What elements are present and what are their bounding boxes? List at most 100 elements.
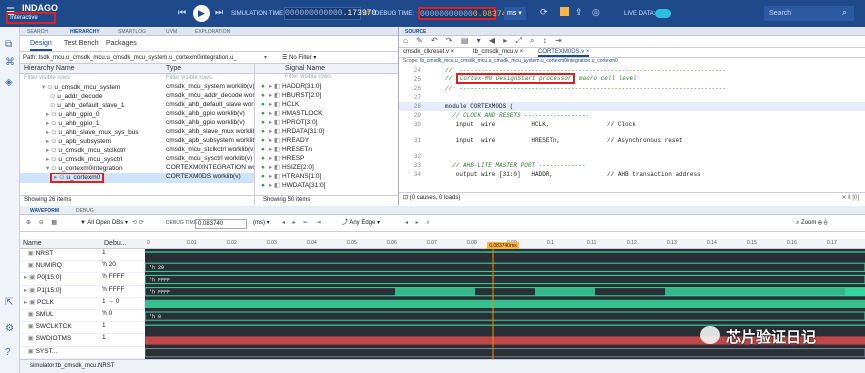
signal-row[interactable]: ● ▸ ◧ HREADY — [255, 136, 398, 145]
snapshot-icon[interactable]: ◎ — [592, 7, 600, 18]
list-item-selected[interactable]: ▸ ⊙ u_cortexm0 CORTEXM0DS worklib(v) — [20, 173, 254, 183]
hierarchy-filter[interactable]: Filter visible rows — [24, 75, 70, 81]
export-icon[interactable]: ⇱ — [5, 297, 13, 308]
wave-row[interactable]: ▣ NUMIRQ'h 20 — [20, 261, 145, 274]
sync-icon[interactable]: ⇄ — [364, 8, 371, 17]
file-tab-clkreset[interactable]: cmsdk_clkreset.v × — [403, 49, 454, 55]
signal-row[interactable]: ● ▸ ◧ HRESP — [255, 154, 398, 163]
edge-select[interactable]: ⤴ Any Edge ▾ — [342, 216, 380, 231]
step-forward-icon[interactable]: ⏭ — [215, 7, 223, 18]
debug-time-field[interactable]: 000000000000.083740 — [418, 7, 511, 20]
signal-row[interactable]: ● ▸ ◧ HWDATA[31:0] — [255, 181, 398, 190]
tab-packages[interactable]: Packages — [106, 40, 137, 47]
wave-debug-time-field[interactable]: 0.083740 — [195, 219, 247, 229]
code-line[interactable]: 29 // CLOCK AND RESETS -----------------… — [399, 111, 865, 120]
code-line[interactable]: 33 // AHB-LITE MASTER PORT ------------- — [399, 161, 865, 170]
code-line[interactable]: 27 — [399, 93, 865, 102]
list-item[interactable]: ▾ ⊙ u_cmsdk_mcu_system cmsdk_mcu_system w… — [20, 83, 254, 92]
list-item[interactable]: ▸ ⊙ u_cmsdk_mcu_sysctrl cmsdk_mcu_sysctrl… — [20, 155, 254, 164]
signal-row[interactable]: ● ▸ ◧ HBURST[2:0] — [255, 91, 398, 100]
live-data-toggle[interactable] — [655, 9, 671, 18]
path-dropdown-icon[interactable]: ▾ — [264, 53, 267, 64]
code-view[interactable]: 24// -----------------------------------… — [399, 66, 865, 192]
wave-row[interactable]: ▣ SWDIOTMS 1 — [20, 334, 145, 347]
col-wave-debug[interactable]: Debu... — [104, 239, 127, 249]
tab-waveform[interactable]: WAVEFORM — [30, 208, 59, 214]
signal-filter[interactable]: Filter visible rows — [255, 74, 398, 82]
search-icon[interactable]: ⌕ — [842, 7, 847, 18]
wave-row[interactable]: ▣ SYST... — [20, 347, 145, 359]
tab-test-bench[interactable]: Test Bench — [64, 40, 99, 47]
list-item[interactable]: ▸ ⊙ u_apb_subsystem cmsdk_apb_subsystem w… — [20, 137, 254, 146]
sync-time-icon[interactable]: ⟳ — [540, 7, 548, 18]
hierarchy-header: Hierarchy Name Type — [20, 64, 254, 74]
db-filter-select[interactable]: ▼ All Open DBs ▾ — [80, 216, 128, 231]
type-filter[interactable]: Filter visible rows — [166, 75, 212, 81]
file-tab-tb[interactable]: tb_cmsdk_mcu.v × — [473, 49, 523, 55]
list-item[interactable]: ▸ ⊙ u_ahb_slave_mux_sys_bus cmsdk_ahb_sla… — [20, 128, 254, 137]
signal-row[interactable]: ● ▸ ◧ HADDR[31:0] — [255, 82, 398, 91]
mode-selector[interactable]: Interactive — [6, 12, 56, 24]
zoom-control[interactable]: ⌕ Zoom ⊕ ⊖ — [796, 216, 828, 231]
tab-smartlog[interactable]: SMARTLOG — [118, 29, 146, 35]
code-line[interactable]: 31 input wire HRESETn, // Asynchronous r… — [399, 136, 865, 152]
col-hierarchy-name[interactable]: Hierarchy Name — [20, 65, 75, 72]
list-item[interactable]: ▸ ⊙ u_ahb_gpio_1 cmsdk_ahb_gpio worklib(v… — [20, 119, 254, 128]
time-unit-select[interactable]: ms ▾ — [504, 7, 526, 20]
signal-filter-select[interactable]: ☰ No Filter ▾ — [282, 53, 316, 64]
tab-debug[interactable]: DEBUG — [76, 208, 94, 214]
wave-row[interactable]: ▣ SWCLKTCK 1 — [20, 322, 145, 335]
signal-row[interactable]: ● ▸ ◧ HTRANS[1:0] — [255, 172, 398, 181]
signal-row[interactable]: ● ▸ ◧ HCLK — [255, 100, 398, 109]
col-signal-name[interactable]: Signal Name — [255, 64, 398, 74]
step-back-icon[interactable]: ⏮ — [178, 7, 186, 18]
list-item[interactable]: ▸ ⊙ u_cmsdk_mcu_stclkctrl cmsdk_mcu_stclk… — [20, 146, 254, 155]
help-icon[interactable]: ? — [5, 347, 11, 358]
wave-row[interactable]: ▸ ▣ P1[15:0]'h FFFF — [20, 286, 145, 298]
source-toolbar[interactable]: ⌂ ✎ ↶ ↷ ▤ ▾ ◀ ▸ ⤢ ⌕ ↕ ⇥ — [399, 36, 865, 48]
list-item[interactable]: ▾ ⊙ u_cortexm0integration CORTEXM0INTEGRA… — [20, 164, 254, 173]
search-input[interactable]: Search — [764, 6, 854, 21]
file-tab-cortexm0ds[interactable]: CORTEXM0DS.v × — [538, 49, 590, 57]
tree-icon[interactable]: ⌘ — [5, 57, 15, 68]
signal-row[interactable]: ● ▸ ◧ HRDATA[31:0] — [255, 127, 398, 136]
list-item[interactable]: ⊙ u_ahb_default_slave_1 cmsdk_ahb_default… — [20, 101, 254, 110]
signal-row[interactable]: ● ▸ ◧ HRESETn — [255, 145, 398, 154]
play-button[interactable]: ▶ — [193, 5, 210, 22]
code-line[interactable]: 26// -----------------------------------… — [399, 84, 865, 93]
wave-tools-icons[interactable]: ⊕ ⊖ ▦ — [20, 220, 60, 226]
signal-row[interactable]: ● ▸ ◧ HMASTLOCK — [255, 109, 398, 118]
export-icon[interactable]: ⇪ — [575, 7, 583, 18]
search-nav-icons[interactable]: ◂ ▸ ⌕ — [405, 216, 433, 231]
list-item[interactable]: ⊙ u_addr_decode cmsdk_mcu_addr_decode wor… — [20, 92, 254, 101]
tab-hierarchy[interactable]: HIERARCHY — [70, 29, 100, 35]
code-line[interactable]: 25// Cortex-M0 DesignStart processor mac… — [399, 73, 865, 84]
bookmark-icon[interactable] — [560, 7, 569, 16]
tick-label: 0.07 — [427, 240, 437, 246]
code-line[interactable]: 32 — [399, 152, 865, 161]
wave-row[interactable]: ▣ SMUL'h 0 — [20, 310, 145, 323]
col-wave-name[interactable]: Name — [20, 240, 42, 247]
code-line[interactable]: 30 input wire HCLK, // Clock — [399, 120, 865, 136]
tab-search[interactable]: SEARCH — [27, 29, 48, 35]
col-type[interactable]: Type — [166, 64, 181, 74]
tab-exploration[interactable]: EXPLORATION — [195, 29, 230, 35]
wave-nav-icons[interactable]: ⟲ ⟳ — [132, 216, 144, 231]
edge-nav-icons[interactable]: ◂ ▸ ⇤ ⇥ — [282, 216, 324, 231]
tab-design[interactable]: Design — [30, 40, 52, 51]
wave-row[interactable]: ▸ ▣ P0[15:0]'h FFFF — [20, 273, 145, 286]
settings-icon[interactable]: ⚙ — [5, 323, 14, 334]
wave-row[interactable]: ▸ ▣ PCLK 1 → 0 — [20, 298, 145, 310]
code-line[interactable]: 34 output wire [31:0] HADDR, // AHB tran… — [399, 170, 865, 186]
cube-icon[interactable]: ◈ — [5, 77, 13, 88]
signal-row[interactable]: ● ▸ ◧ HSIZE[2:0] — [255, 163, 398, 172]
hierarchy-icon[interactable]: ⧉ — [5, 39, 12, 50]
wave-unit-select[interactable]: (ms) ▾ — [253, 216, 270, 231]
tab-source[interactable]: SOURCE — [405, 29, 426, 35]
code-line[interactable]: 28 module CORTEXM0DS ( — [399, 102, 865, 111]
wave-row[interactable]: ▣ NRST 1 — [20, 249, 145, 262]
signal-row[interactable]: ● ▸ ◧ HPROT[3:0] — [255, 118, 398, 127]
path-field[interactable]: tsdk_mcu.u_cmsdk_mcu.u_cmsdk_mcu_system.… — [39, 55, 237, 61]
tab-uvm[interactable]: UVM — [166, 29, 177, 35]
list-item[interactable]: ▸ ⊙ u_ahb_gpio_0 cmsdk_ahb_gpio worklib(v… — [20, 110, 254, 119]
